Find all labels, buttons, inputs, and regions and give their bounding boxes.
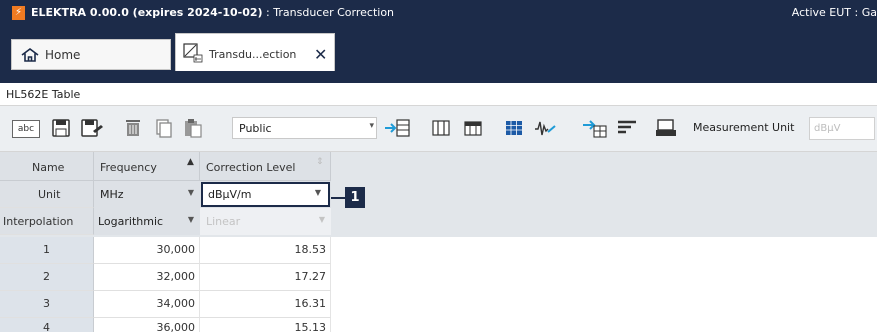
close-icon[interactable]: ✕ [314, 45, 327, 64]
measurement-unit-label: Measurement Unit [693, 121, 795, 134]
save-icon[interactable] [50, 117, 72, 139]
active-eut-label: Active EUT : Ga [791, 6, 877, 19]
visibility-select[interactable]: Public ▾ [232, 117, 377, 139]
title-separator: : [262, 6, 274, 19]
table-grid: Name Frequency ▲ Correction Level ⇕ Unit… [0, 152, 877, 332]
header-frequency-label: Frequency [100, 161, 157, 174]
print-icon[interactable] [654, 117, 678, 139]
insert-row-icon[interactable] [384, 117, 410, 139]
tab-transducer-correction[interactable]: Transdu...ection ✕ [175, 33, 335, 71]
measurement-unit-value: dBµV [814, 123, 841, 134]
document-name: Transducer Correction [273, 6, 395, 19]
correction-level-cell[interactable]: 15.13 [200, 318, 331, 332]
table-row[interactable]: 4 36,000 15.13 [0, 318, 331, 332]
table-row[interactable]: 2 32,000 17.27 [0, 264, 331, 291]
copy-icon[interactable] [152, 117, 174, 139]
column-header-frequency[interactable]: Frequency ▲ [94, 152, 200, 181]
chevron-down-icon: ▾ [369, 121, 374, 131]
frequency-cell[interactable]: 32,000 [94, 264, 200, 291]
chevron-down-icon: ▼ [187, 188, 194, 197]
table-name: HL562E Table [6, 88, 81, 101]
save-as-icon[interactable] [80, 117, 104, 139]
correction-unit-select[interactable]: dBµV/m ▼ [200, 181, 331, 208]
callout-connector [331, 197, 345, 199]
columns-icon[interactable] [430, 117, 452, 139]
table-header-bar: HL562E Table [0, 83, 877, 106]
correction-unit-value: dBµV/m [208, 188, 252, 201]
frequency-cell[interactable]: 34,000 [94, 291, 200, 318]
row-number: 2 [0, 264, 94, 291]
column-header-name[interactable]: Name [0, 152, 94, 181]
tab-transducer-label: Transdu...ection [209, 48, 297, 61]
table-row[interactable]: 3 34,000 16.31 [0, 291, 331, 318]
measurement-unit-input[interactable]: dBµV [809, 117, 875, 140]
grid-table-icon[interactable] [503, 117, 525, 139]
correction-level-cell[interactable]: 17.27 [200, 264, 331, 291]
unit-row-label: Unit [0, 181, 94, 208]
header-correction-label: Correction Level [206, 161, 296, 174]
frequency-cell[interactable]: 30,000 [94, 237, 200, 264]
unit-label-text: Unit [38, 188, 61, 201]
row-number: 3 [0, 291, 94, 318]
sort-ascending-icon: ▲ [187, 157, 194, 167]
correction-interpolation-select: Linear ▼ [200, 208, 331, 235]
app-name: ELEKTRA 0.00.0 (expires 2024-10-02) [31, 6, 263, 19]
grid-empty-area [331, 237, 877, 332]
waveform-icon[interactable] [533, 117, 557, 139]
interpolation-row-label: Interpolation [0, 208, 94, 235]
sort-icon: ⇕ [316, 157, 324, 167]
title-bar: ⚡ ELEKTRA 0.00.0 (expires 2024-10-02) : … [0, 0, 877, 26]
header-name-label: Name [32, 161, 65, 174]
transducer-icon [183, 43, 203, 63]
tab-home[interactable]: Home [11, 39, 171, 70]
row-number: 4 [0, 318, 94, 332]
correction-level-cell[interactable]: 18.53 [200, 237, 331, 264]
toolbar: abc Public ▾ Measurement Unit dBµV [0, 106, 877, 152]
callout-marker: 1 [345, 187, 365, 208]
lightning-icon: ⚡ [12, 6, 25, 20]
frequency-unit-select[interactable]: MHz ▼ [94, 181, 200, 208]
window-title: ELEKTRA 0.00.0 (expires 2024-10-02) : Tr… [31, 6, 394, 19]
chevron-down-icon: ▼ [187, 215, 194, 224]
tab-bar: Home Transdu...ection ✕ [0, 26, 877, 83]
frequency-unit-value: MHz [100, 188, 124, 201]
frequency-interpolation-select[interactable]: Logarithmic ▼ [94, 208, 200, 235]
row-number: 1 [0, 237, 94, 264]
correction-level-cell[interactable]: 16.31 [200, 291, 331, 318]
chevron-down-icon: ▼ [318, 215, 325, 224]
text-edit-button[interactable]: abc [12, 120, 40, 138]
frequency-interpolation-value: Logarithmic [98, 215, 164, 228]
paste-icon[interactable] [182, 117, 204, 139]
tab-home-label: Home [45, 48, 81, 62]
interpolation-row: Interpolation Logarithmic ▼ Linear ▼ [0, 208, 331, 235]
visibility-value: Public [239, 122, 272, 135]
house-icon [21, 48, 39, 62]
unit-row: Unit MHz ▼ dBµV/m ▼ [0, 181, 331, 208]
delete-icon[interactable] [122, 117, 144, 139]
correction-interpolation-value: Linear [206, 215, 241, 228]
frequency-cell[interactable]: 36,000 [94, 318, 200, 332]
chevron-down-icon: ▼ [314, 188, 321, 197]
table-header-icon[interactable] [462, 117, 484, 139]
interpolation-label-text: Interpolation [3, 215, 74, 228]
sort-icon[interactable] [615, 117, 639, 139]
import-icon[interactable] [582, 117, 608, 139]
table-row[interactable]: 1 30,000 18.53 [0, 237, 331, 264]
column-header-correction-level[interactable]: Correction Level ⇕ [200, 152, 331, 181]
